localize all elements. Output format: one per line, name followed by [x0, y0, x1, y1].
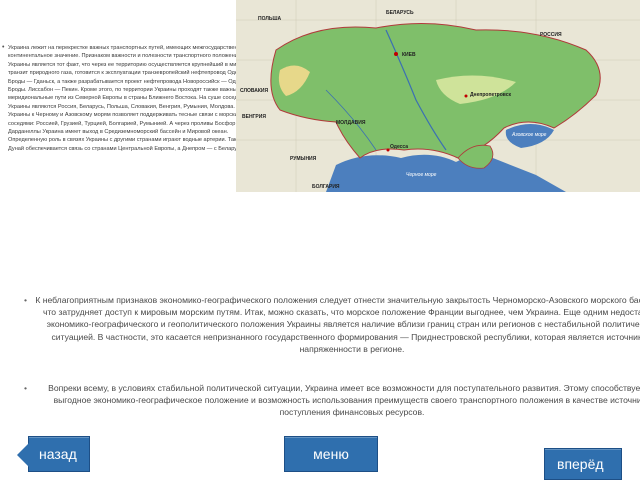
text-block-1: Украина лежит на перекрестке важных тран…: [8, 45, 255, 152]
map-label-hungary: ВЕНГРИЯ: [242, 114, 266, 120]
text-block-disadvantages: • К неблагоприятным признаков экономико-…: [24, 294, 640, 355]
map-label-azov-sea: Азовское море: [511, 132, 547, 138]
map-label-bulgaria: БОЛГАРИЯ: [312, 184, 340, 190]
next-button-label: вперёд: [557, 456, 604, 472]
bullet-marker: •: [24, 383, 28, 393]
map-label-black-sea: Черное море: [406, 172, 437, 178]
map-label-odessa: Одесса: [390, 144, 408, 150]
map-label-russia: РОССИЯ: [540, 32, 562, 38]
text-block-transport: • Украина лежит на перекрестке важных тр…: [2, 44, 264, 153]
ukraine-map: ПОЛЬША БЕЛАРУСЬ РОССИЯ КИЕВ СЛОВАКИЯ ВЕН…: [236, 0, 640, 192]
map-label-moldova: МОЛДАВИЯ: [336, 120, 366, 126]
slide-upper-area: • Украина лежит на перекрестке важных тр…: [0, 0, 640, 200]
back-button-label: назад: [39, 446, 77, 462]
menu-button[interactable]: меню: [284, 436, 378, 472]
back-button[interactable]: назад: [17, 436, 90, 472]
bullet-marker: •: [2, 44, 5, 51]
map-label-dnepropetrovsk: Днепропетровск: [470, 92, 512, 98]
text-block-3: Вопреки всему, в условиях стабильной пол…: [48, 383, 640, 418]
map-label-belarus: БЕЛАРУСЬ: [386, 10, 414, 16]
map-label-romania: РУМЫНИЯ: [290, 156, 317, 162]
text-block-2: К неблагоприятным признаков экономико-ге…: [35, 295, 640, 354]
map-graphic: ПОЛЬША БЕЛАРУСЬ РОССИЯ КИЕВ СЛОВАКИЯ ВЕН…: [236, 0, 640, 192]
arrow-left-icon: [17, 443, 29, 467]
map-label-kiev: КИЕВ: [402, 52, 416, 58]
map-label-poland: ПОЛЬША: [258, 16, 281, 22]
next-button[interactable]: вперёд: [544, 448, 622, 480]
map-label-slovakia: СЛОВАКИЯ: [240, 88, 269, 94]
text-block-conclusion: • Вопреки всему, в условиях стабильной п…: [24, 382, 640, 419]
menu-button-label: меню: [313, 446, 349, 462]
bullet-marker: •: [24, 295, 28, 305]
